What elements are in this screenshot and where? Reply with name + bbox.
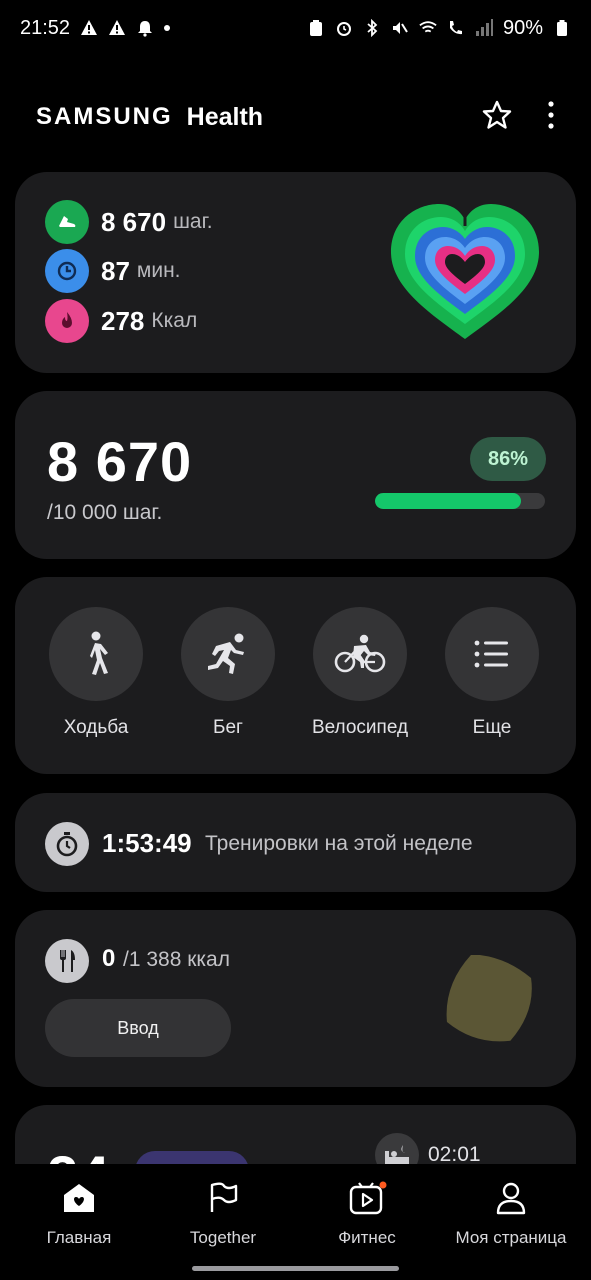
- activity-more[interactable]: Еще: [426, 607, 558, 739]
- more-options-icon[interactable]: [547, 100, 555, 135]
- list-icon: [445, 607, 539, 701]
- workouts-time: 1:53:49: [102, 828, 192, 858]
- fitness-video-icon: [292, 1180, 442, 1216]
- nav-home[interactable]: Главная: [4, 1180, 154, 1248]
- warning-icon: [108, 19, 126, 37]
- nav-my-page[interactable]: Моя страница: [436, 1180, 586, 1248]
- profile-icon: [436, 1180, 586, 1216]
- food-calories-value: 0: [102, 945, 116, 972]
- battery-icon: [553, 19, 571, 37]
- wifi-icon: [419, 19, 437, 37]
- nav-home-label: Главная: [46, 1228, 112, 1247]
- nav-my-page-label: Моя страница: [455, 1228, 567, 1247]
- battery-percent: 90%: [502, 16, 543, 39]
- bell-icon: [136, 19, 154, 37]
- bluetooth-icon: [363, 19, 381, 37]
- status-bar: 21:52 90%: [0, 0, 591, 56]
- activity-quickstart-card: Ходьба Бег Велосипед Еще: [15, 577, 576, 774]
- activity-running-label: Бег: [213, 717, 243, 738]
- summary-calories-value: 278: [101, 305, 145, 336]
- daily-summary-card[interactable]: 8 670 шаг. 87 мин. 278 Ккал: [15, 172, 576, 373]
- summary-steps-unit: шаг.: [173, 210, 213, 233]
- home-icon: [4, 1180, 154, 1216]
- status-right: 90%: [307, 17, 571, 40]
- shoe-icon: [45, 200, 89, 244]
- bottom-navigation: Главная Together Фитнес Моя страница: [0, 1164, 591, 1280]
- summary-steps-row: 8 670 шаг.: [45, 200, 213, 244]
- activity-walking[interactable]: Ходьба: [30, 607, 162, 739]
- summary-minutes-unit: мин.: [136, 259, 181, 282]
- nav-fitness[interactable]: Фитнес: [292, 1180, 442, 1248]
- nav-together-label: Together: [189, 1228, 257, 1247]
- food-calories-goal: /1 388 ккал: [123, 948, 230, 971]
- app-title: Health: [186, 102, 264, 131]
- steps-progress-fill: [375, 493, 522, 509]
- running-icon: [181, 607, 275, 701]
- activity-heart-icon: [383, 196, 547, 346]
- steps-progress-track: [375, 493, 545, 509]
- summary-steps-value: 8 670: [101, 206, 167, 237]
- steps-goal: /10 000 шаг.: [47, 501, 163, 524]
- cycling-icon: [313, 607, 407, 701]
- steps-card[interactable]: 8 670 /10 000 шаг. 86%: [15, 391, 576, 559]
- steps-percent-badge: 86%: [470, 437, 546, 481]
- stopwatch-icon: [45, 822, 89, 866]
- status-left: 21:52: [20, 16, 171, 40]
- notification-dot-icon: [164, 25, 171, 31]
- battery-saver-icon: [307, 19, 325, 37]
- clock-icon: [45, 249, 89, 293]
- workouts-card[interactable]: 1:53:49 Тренировки на этой неделе: [15, 793, 576, 892]
- status-time: 21:52: [20, 16, 71, 39]
- walking-icon: [49, 607, 143, 701]
- summary-minutes-value: 87: [101, 255, 130, 286]
- brand-logo: SAMSUNG: [36, 103, 173, 130]
- home-indicator[interactable]: [192, 1266, 399, 1271]
- nav-together[interactable]: Together: [148, 1180, 298, 1248]
- flag-icon: [148, 1180, 298, 1216]
- lemon-icon: [443, 954, 535, 1045]
- summary-calories-unit: Ккал: [151, 309, 198, 332]
- summary-calories-row: 278 Ккал: [45, 299, 197, 343]
- activity-more-label: Еще: [472, 717, 512, 738]
- summary-minutes-row: 87 мин.: [45, 249, 181, 293]
- header-actions: [481, 99, 555, 136]
- app-header: SAMSUNG Health: [0, 92, 591, 142]
- steps-count: 8 670: [47, 430, 193, 493]
- fork-knife-icon: [45, 939, 89, 983]
- flame-icon: [45, 299, 89, 343]
- workouts-label: Тренировки на этой неделе: [205, 832, 473, 855]
- activity-walking-label: Ходьба: [63, 717, 129, 738]
- food-enter-button[interactable]: Ввод: [45, 999, 231, 1057]
- mute-icon: [391, 19, 409, 37]
- nav-fitness-label: Фитнес: [338, 1228, 396, 1247]
- star-icon[interactable]: [481, 99, 513, 136]
- activity-cycling[interactable]: Велосипед: [294, 607, 426, 739]
- wifi-calling-icon: [447, 19, 465, 37]
- warning-icon: [80, 19, 98, 37]
- alarm-icon: [335, 19, 353, 37]
- food-card[interactable]: 0 /1 388 ккал Ввод: [15, 910, 576, 1087]
- activity-running[interactable]: Бег: [162, 607, 294, 739]
- activity-cycling-label: Велосипед: [311, 717, 409, 738]
- signal-icon: [475, 19, 493, 37]
